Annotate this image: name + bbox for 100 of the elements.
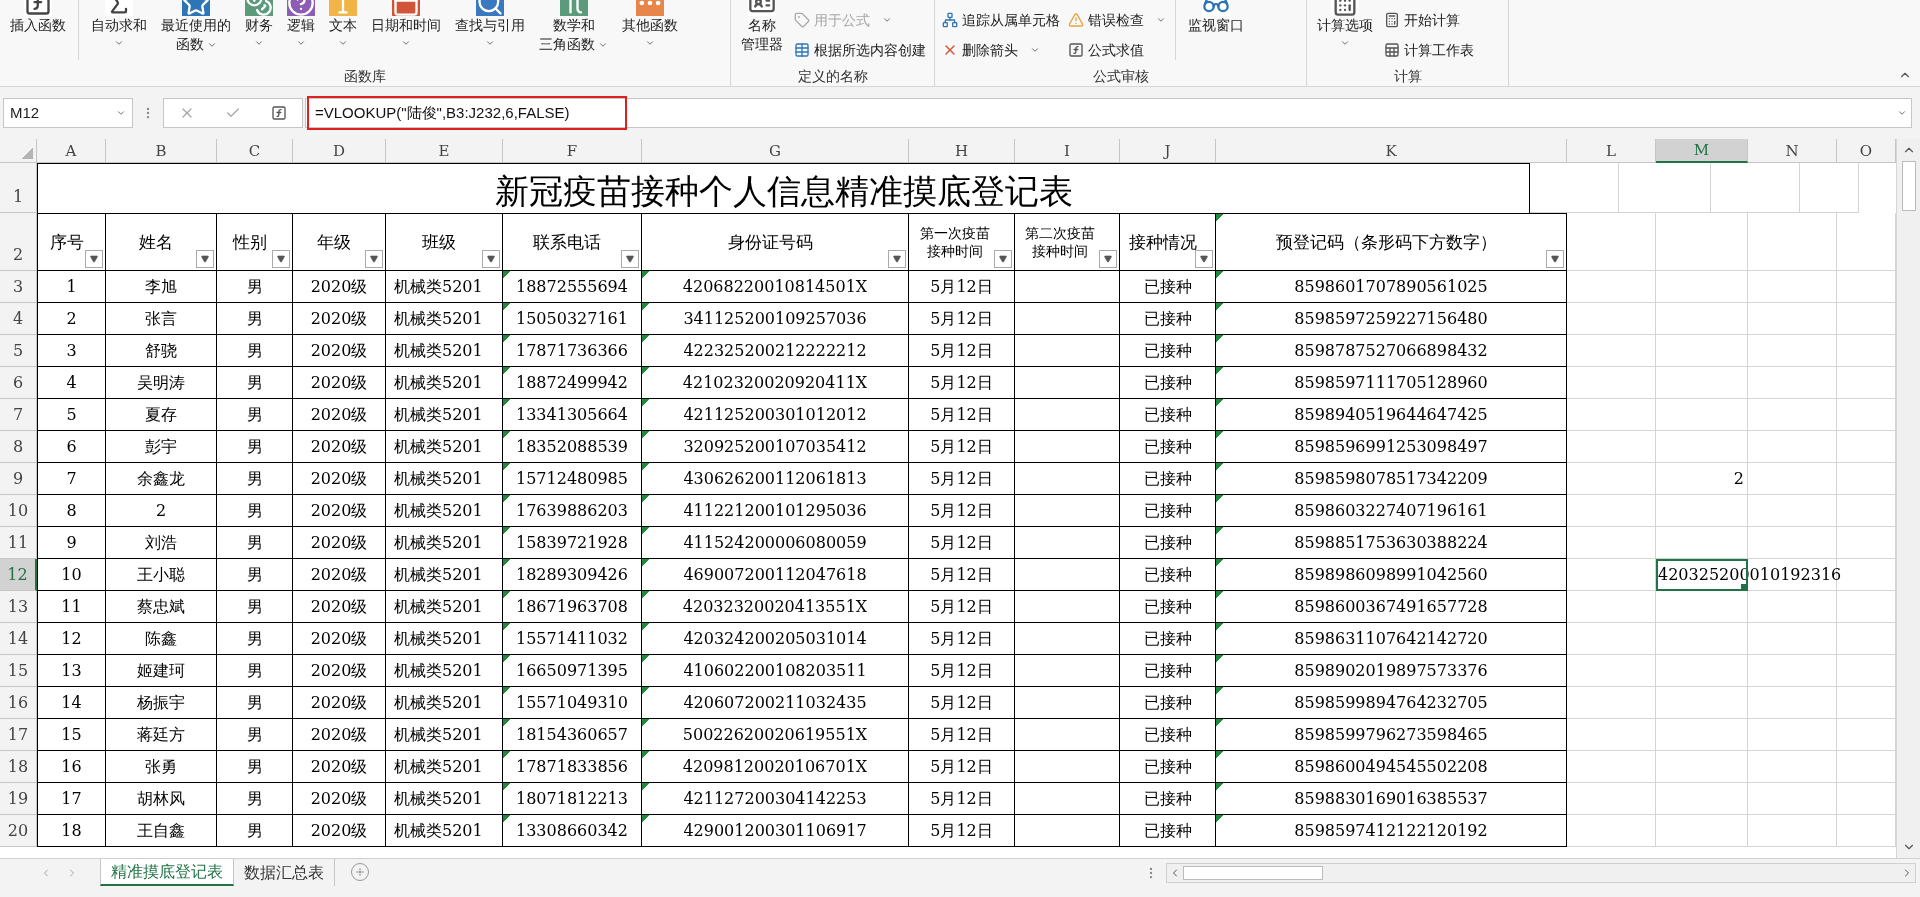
column-header[interactable]: B bbox=[106, 139, 217, 164]
table-cell[interactable]: 2 bbox=[1656, 463, 1748, 496]
table-cell[interactable]: 男 bbox=[217, 815, 293, 848]
ribbon-button[interactable]: 名称 管理器 bbox=[735, 0, 789, 66]
table-cell[interactable]: 15839721928 bbox=[503, 527, 642, 560]
column-header[interactable]: F bbox=[503, 139, 642, 164]
table-cell[interactable]: 男 bbox=[217, 303, 293, 336]
horizontal-scrollbar[interactable] bbox=[1166, 863, 1916, 884]
table-cell[interactable]: 已接种 bbox=[1120, 367, 1216, 400]
table-cell[interactable]: 17871736366 bbox=[503, 335, 642, 368]
table-cell[interactable]: 机械类5201 bbox=[386, 431, 503, 464]
row-number[interactable]: 12 bbox=[0, 559, 37, 592]
table-cell[interactable]: 机械类5201 bbox=[386, 783, 503, 816]
table-cell[interactable]: 18671963708 bbox=[503, 591, 642, 624]
table-cell[interactable]: 男 bbox=[217, 399, 293, 432]
table-cell[interactable]: 15712480985 bbox=[503, 463, 642, 496]
table-cell[interactable]: 5月12日 bbox=[909, 367, 1015, 400]
table-cell[interactable]: 11 bbox=[37, 591, 106, 624]
table-cell[interactable]: 18 bbox=[37, 815, 106, 848]
empty-cell[interactable] bbox=[1015, 783, 1120, 816]
row-number[interactable]: 5 bbox=[0, 335, 37, 368]
table-cell[interactable]: 17 bbox=[37, 783, 106, 816]
table-cell[interactable]: 机械类5201 bbox=[386, 367, 503, 400]
row-number[interactable]: 15 bbox=[0, 655, 37, 688]
table-cell[interactable]: 2020级 bbox=[293, 719, 386, 752]
row-number[interactable]: 1 bbox=[0, 163, 37, 214]
empty-cell[interactable] bbox=[1015, 495, 1120, 528]
ribbon-button[interactable]: 自动求和 bbox=[85, 0, 153, 66]
table-cell[interactable]: 2020级 bbox=[293, 431, 386, 464]
filter-button[interactable] bbox=[85, 250, 103, 269]
row-number[interactable]: 11 bbox=[0, 527, 37, 560]
table-cell[interactable]: 15 bbox=[37, 719, 106, 752]
table-cell[interactable]: 320925200107035412 bbox=[642, 431, 909, 464]
table-cell[interactable]: 18872555694 bbox=[503, 271, 642, 304]
ribbon-button[interactable]: 开始计算 bbox=[1381, 8, 1477, 32]
table-cell[interactable]: 8598600494545502208 bbox=[1216, 751, 1567, 784]
ribbon-button[interactable]: 日期和时间 bbox=[365, 0, 447, 66]
column-header[interactable]: I bbox=[1015, 139, 1120, 164]
column-header[interactable]: A bbox=[37, 139, 106, 164]
table-cell[interactable]: 已接种 bbox=[1120, 399, 1216, 432]
table-cell[interactable]: 13341305664 bbox=[503, 399, 642, 432]
table-cell[interactable]: 18289309426 bbox=[503, 559, 642, 592]
table-cell[interactable]: 17871833856 bbox=[503, 751, 642, 784]
title-cell[interactable]: 新冠疫苗接种个人信息精准摸底登记表 bbox=[37, 163, 1530, 214]
table-cell[interactable]: 5 bbox=[37, 399, 106, 432]
table-cell[interactable]: 陈鑫 bbox=[106, 623, 217, 656]
table-cell[interactable]: 已接种 bbox=[1120, 431, 1216, 464]
table-cell[interactable]: 341125200109257036 bbox=[642, 303, 909, 336]
table-cell[interactable]: 男 bbox=[217, 559, 293, 592]
scroll-thumb[interactable] bbox=[1183, 866, 1323, 881]
table-cell[interactable]: 15571411032 bbox=[503, 623, 642, 656]
table-cell[interactable]: 10 bbox=[37, 559, 106, 592]
table-cell[interactable]: 已接种 bbox=[1120, 591, 1216, 624]
table-cell[interactable]: 2020级 bbox=[293, 335, 386, 368]
row-number[interactable]: 14 bbox=[0, 623, 37, 656]
table-cell[interactable]: 3 bbox=[37, 335, 106, 368]
table-cell[interactable]: 421127200304142253 bbox=[642, 783, 909, 816]
table-cell[interactable]: 8598599894764232705 bbox=[1216, 687, 1567, 720]
table-cell[interactable]: 2 bbox=[106, 495, 217, 528]
ribbon-button[interactable]: 插入函数 bbox=[4, 0, 72, 66]
table-cell[interactable]: 5月12日 bbox=[909, 399, 1015, 432]
row-number[interactable]: 20 bbox=[0, 815, 37, 848]
table-cell[interactable]: 已接种 bbox=[1120, 687, 1216, 720]
table-cell[interactable]: 5月12日 bbox=[909, 783, 1015, 816]
table-cell[interactable]: 机械类5201 bbox=[386, 591, 503, 624]
table-cell[interactable]: 张言 bbox=[106, 303, 217, 336]
table-cell[interactable]: 2020级 bbox=[293, 527, 386, 560]
table-cell[interactable]: 李旭 bbox=[106, 271, 217, 304]
table-cell[interactable]: 5月12日 bbox=[909, 527, 1015, 560]
table-cell[interactable]: 469007200112047618 bbox=[642, 559, 909, 592]
table-cell[interactable]: 5月12日 bbox=[909, 559, 1015, 592]
table-cell[interactable]: 已接种 bbox=[1120, 815, 1216, 848]
table-cell[interactable]: 男 bbox=[217, 495, 293, 528]
table-cell[interactable]: 机械类5201 bbox=[386, 335, 503, 368]
table-cell[interactable]: 5月12日 bbox=[909, 495, 1015, 528]
row-number[interactable]: 3 bbox=[0, 271, 37, 304]
table-cell[interactable]: 8598597412122120192 bbox=[1216, 815, 1567, 848]
row-number[interactable]: 18 bbox=[0, 751, 37, 784]
table-cell[interactable]: 男 bbox=[217, 463, 293, 496]
column-header[interactable]: N bbox=[1748, 139, 1837, 164]
empty-cell[interactable] bbox=[1015, 271, 1120, 304]
table-cell[interactable]: 420607200211032435 bbox=[642, 687, 909, 720]
table-cell[interactable]: 8598598078517342209 bbox=[1216, 463, 1567, 496]
table-cell[interactable]: 男 bbox=[217, 623, 293, 656]
empty-cell[interactable] bbox=[1015, 303, 1120, 336]
table-cell[interactable]: 5月12日 bbox=[909, 271, 1015, 304]
table-cell[interactable]: 已接种 bbox=[1120, 783, 1216, 816]
table-cell[interactable]: 7 bbox=[37, 463, 106, 496]
table-cell[interactable]: 8598902019897573376 bbox=[1216, 655, 1567, 688]
table-cell[interactable]: 已接种 bbox=[1120, 495, 1216, 528]
filter-button[interactable] bbox=[1546, 250, 1564, 269]
column-header[interactable]: C bbox=[217, 139, 293, 164]
empty-cell[interactable] bbox=[1015, 623, 1120, 656]
row-number[interactable]: 7 bbox=[0, 399, 37, 432]
row-number[interactable]: 17 bbox=[0, 719, 37, 752]
table-cell[interactable]: 已接种 bbox=[1120, 751, 1216, 784]
vertical-scrollbar[interactable] bbox=[1896, 139, 1920, 859]
table-cell[interactable]: 2020级 bbox=[293, 271, 386, 304]
filter-button[interactable] bbox=[482, 250, 500, 269]
filter-button[interactable] bbox=[196, 250, 214, 269]
